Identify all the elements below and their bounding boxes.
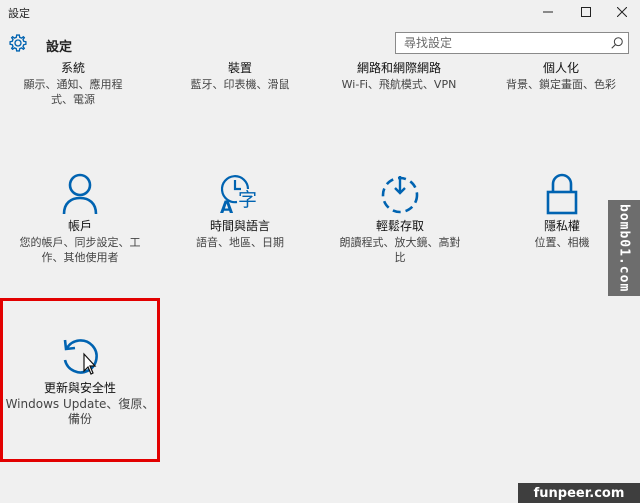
tile-ease-of-access-name: 輕鬆存取 <box>375 219 424 233</box>
tile-network[interactable]: 網路和網際網路 Wi-Fi、飛航模式、VPN <box>324 61 474 92</box>
tile-personalization-name: 個人化 <box>542 61 579 75</box>
tile-personalization[interactable]: 個人化 背景、鎖定畫面、色彩 <box>486 61 636 92</box>
search-box[interactable] <box>395 32 629 54</box>
maximize-icon <box>581 7 591 17</box>
search-icon[interactable] <box>610 36 624 50</box>
time-language-icon: A 字 <box>220 175 257 216</box>
tile-ease-of-access[interactable]: 輕鬆存取 朗讀程式、放大鏡、高對比 <box>325 172 475 265</box>
side-watermark: bomb01.com <box>608 200 640 296</box>
tile-system-name: 系統 <box>60 61 85 75</box>
bottom-watermark: funpeer.com <box>518 483 640 503</box>
svg-text:字: 字 <box>238 189 257 211</box>
tile-network-name: 網路和網際網路 <box>356 61 441 75</box>
window-title: 設定 <box>8 7 30 20</box>
highlight-box <box>0 298 160 462</box>
tile-devices[interactable]: 裝置 藍牙、印表機、滑鼠 <box>165 61 315 92</box>
gear-icon <box>9 34 27 52</box>
minimize-button[interactable] <box>528 0 568 24</box>
search-input[interactable] <box>396 33 612 53</box>
maximize-button[interactable] <box>566 0 606 24</box>
tile-personalization-desc: 背景、鎖定畫面、色彩 <box>506 78 616 91</box>
tile-time-language-name: 時間與語言 <box>209 219 270 233</box>
close-button[interactable] <box>602 0 640 24</box>
title-bar: 設定 <box>0 0 640 24</box>
side-watermark-text: bomb01.com <box>616 203 632 293</box>
tile-accounts-name: 帳戶 <box>67 219 92 233</box>
svg-text:A: A <box>220 198 234 216</box>
tile-network-desc: Wi-Fi、飛航模式、VPN <box>341 78 457 91</box>
person-icon <box>62 173 98 215</box>
close-icon <box>617 7 627 17</box>
tile-devices-desc: 藍牙、印表機、滑鼠 <box>190 78 290 91</box>
tile-time-language-desc: 語音、地區、日期 <box>196 236 284 249</box>
lock-icon <box>546 173 578 215</box>
tile-system-desc: 顯示、通知、應用程式、電源 <box>23 78 123 106</box>
tile-accounts-desc: 您的帳戶、同步設定、工作、其他使用者 <box>19 236 141 264</box>
tile-time-language[interactable]: A 字 時間與語言 語音、地區、日期 <box>165 172 315 250</box>
tile-system[interactable]: 系統 顯示、通知、應用程式、電源 <box>0 61 148 107</box>
minimize-icon <box>543 11 553 13</box>
tile-devices-name: 裝置 <box>227 61 252 75</box>
ease-of-access-icon <box>381 176 419 214</box>
page-title: 設定 <box>46 40 73 55</box>
tile-ease-of-access-desc: 朗讀程式、放大鏡、高對比 <box>339 236 461 264</box>
tile-accounts[interactable]: 帳戶 您的帳戶、同步設定、工作、其他使用者 <box>5 172 155 265</box>
